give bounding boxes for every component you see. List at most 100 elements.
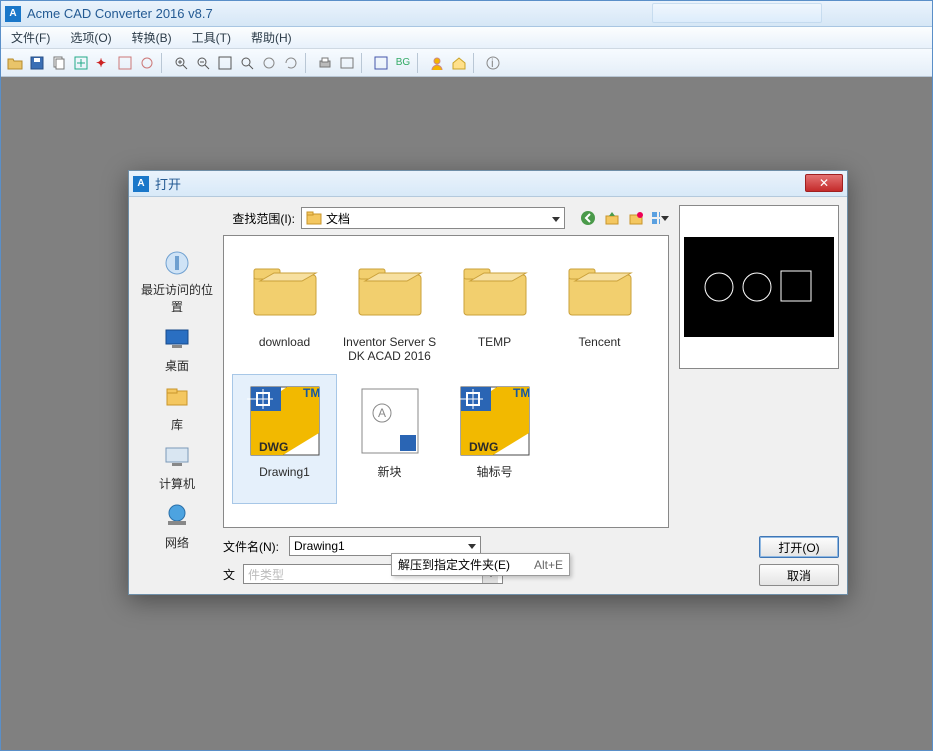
- file-label: 轴标号: [476, 465, 512, 479]
- dialog-title: 打开: [155, 174, 181, 193]
- save-icon[interactable]: [27, 53, 47, 73]
- menu-tools[interactable]: 工具(T): [188, 27, 235, 48]
- menu-convert[interactable]: 转换(B): [128, 27, 176, 48]
- file-item[interactable]: Inventor Server SDK ACAD 2016: [337, 244, 442, 374]
- separator-icon: [161, 53, 167, 73]
- bg-icon[interactable]: BG: [393, 53, 413, 73]
- open-button[interactable]: 打开(O): [759, 536, 839, 558]
- folder-small-icon: [306, 211, 322, 225]
- dwg-icon: TM DWG: [455, 381, 535, 461]
- file-item[interactable]: download: [232, 244, 337, 374]
- menu-file[interactable]: 文件(F): [7, 27, 54, 48]
- file-list[interactable]: download Inventor Server SDK ACAD 2016 TEM…: [223, 235, 669, 528]
- copy-icon[interactable]: [49, 53, 69, 73]
- app-title: Acme CAD Converter 2016 v8.7: [27, 6, 213, 21]
- dialog-main: 查找范围(I): 文档 download Inventor Server SDK …: [223, 205, 669, 586]
- places-bar: 最近访问的位置 桌面 库 计算机 网络: [137, 205, 217, 586]
- lookin-value: 文档: [326, 210, 350, 227]
- chevron-down-icon: [552, 211, 560, 225]
- window-icon[interactable]: [371, 53, 391, 73]
- document-icon: A: [350, 381, 430, 461]
- place-desktop[interactable]: 桌面: [139, 321, 215, 376]
- pdf-icon[interactable]: ✦: [93, 53, 113, 73]
- preview-cad: [684, 237, 834, 337]
- toolbar: ✦ BG i: [1, 49, 932, 77]
- file-label: TEMP: [478, 335, 511, 349]
- dialog-icon: A: [133, 176, 149, 192]
- tool-b-icon[interactable]: [137, 53, 157, 73]
- preview-panel: 打开(O) 取消: [679, 205, 839, 586]
- place-computer[interactable]: 计算机: [139, 439, 215, 494]
- zoom-in-icon[interactable]: [171, 53, 191, 73]
- svg-text:i: i: [491, 56, 494, 70]
- computer-icon: [161, 441, 193, 473]
- svg-text:DWG: DWG: [469, 440, 498, 454]
- home-icon[interactable]: [449, 53, 469, 73]
- file-item[interactable]: TM DWG 轴标号: [442, 374, 547, 504]
- filename-label: 文件名(N):: [223, 538, 283, 555]
- svg-text:TM: TM: [303, 386, 320, 400]
- folder-icon: [245, 251, 325, 331]
- file-label: download: [259, 335, 310, 349]
- filetype-combo[interactable]: 件类型: [243, 564, 503, 584]
- menu-options[interactable]: 选项(O): [66, 27, 115, 48]
- folder-icon: [560, 251, 640, 331]
- menubar: 文件(F) 选项(O) 转换(B) 工具(T) 帮助(H): [1, 27, 932, 49]
- user-icon[interactable]: [427, 53, 447, 73]
- open-dialog: A 打开 ✕ 最近访问的位置 桌面 库 计算机 网络: [128, 170, 848, 595]
- tool-a-icon[interactable]: [115, 53, 135, 73]
- file-item[interactable]: TM DWG Drawing1: [232, 374, 337, 504]
- lookin-label: 查找范围(I):: [223, 210, 295, 227]
- file-label: 新块: [377, 465, 401, 479]
- print-icon[interactable]: [315, 53, 335, 73]
- recent-icon: [161, 247, 193, 279]
- menu-help[interactable]: 帮助(H): [247, 27, 296, 48]
- zoom-out-icon[interactable]: [193, 53, 213, 73]
- file-label: Inventor Server SDK ACAD 2016: [340, 335, 439, 363]
- hand-icon[interactable]: [259, 53, 279, 73]
- about-icon[interactable]: i: [483, 53, 503, 73]
- app-titlebar[interactable]: A Acme CAD Converter 2016 v8.7: [1, 1, 932, 27]
- separator-icon: [361, 53, 367, 73]
- place-libraries[interactable]: 库: [139, 380, 215, 435]
- lookin-combo[interactable]: 文档: [301, 207, 565, 229]
- separator-icon: [417, 53, 423, 73]
- close-button[interactable]: ✕: [805, 174, 843, 192]
- app-icon: A: [5, 6, 21, 22]
- zoom-reset-icon[interactable]: [237, 53, 257, 73]
- new-folder-icon[interactable]: [627, 209, 645, 227]
- rotate-icon[interactable]: [281, 53, 301, 73]
- folder-icon: [350, 251, 430, 331]
- format-icon[interactable]: [337, 53, 357, 73]
- export-icon[interactable]: [71, 53, 91, 73]
- svg-text:DWG: DWG: [259, 440, 288, 454]
- up-icon[interactable]: [603, 209, 621, 227]
- cancel-button[interactable]: 取消: [759, 564, 839, 586]
- nav-buttons: [579, 209, 669, 227]
- dwg-icon: TM DWG: [245, 381, 325, 461]
- svg-text:TM: TM: [513, 386, 530, 400]
- svg-text:A: A: [378, 406, 386, 420]
- network-icon: [161, 500, 193, 532]
- zoom-fit-icon[interactable]: [215, 53, 235, 73]
- separator-icon: [305, 53, 311, 73]
- file-label: Drawing1: [259, 465, 310, 479]
- view-menu-icon[interactable]: [651, 209, 669, 227]
- file-item[interactable]: Tencent: [547, 244, 652, 374]
- desktop-icon: [161, 323, 193, 355]
- place-recent[interactable]: 最近访问的位置: [139, 245, 215, 317]
- svg-text:✦: ✦: [96, 56, 106, 70]
- chevron-down-icon: [468, 544, 476, 549]
- place-network[interactable]: 网络: [139, 498, 215, 553]
- open-icon[interactable]: [5, 53, 25, 73]
- back-icon[interactable]: [579, 209, 597, 227]
- dialog-titlebar[interactable]: A 打开 ✕: [129, 171, 847, 197]
- file-item[interactable]: TEMP: [442, 244, 547, 374]
- filename-input[interactable]: Drawing1: [289, 536, 481, 556]
- filetype-label: 文: [223, 566, 237, 583]
- folder-icon: [455, 251, 535, 331]
- file-label: Tencent: [578, 335, 620, 349]
- file-item[interactable]: A 新块: [337, 374, 442, 504]
- chevron-down-icon: [482, 565, 498, 583]
- preview-box: [679, 205, 839, 369]
